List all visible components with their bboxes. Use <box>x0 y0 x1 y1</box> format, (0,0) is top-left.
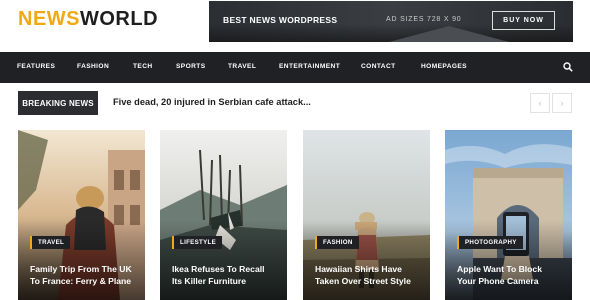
article-title-line1: Hawaiian Shirts Have <box>315 264 402 274</box>
search-icon[interactable] <box>563 62 573 72</box>
article-title-line2: Its Killer Furniture <box>172 276 247 286</box>
buy-now-button[interactable]: BUY NOW <box>492 11 555 30</box>
article-title[interactable]: Hawaiian Shirts Have Taken Over Street S… <box>315 263 427 287</box>
breaking-news-label: BREAKING NEWS <box>18 91 98 115</box>
article-title-line2: Taken Over Street Style <box>315 276 411 286</box>
article-card-photography[interactable]: PHOTOGRAPHY Apple Want To Block Your Pho… <box>445 130 572 300</box>
category-tag[interactable]: LIFESTYLE <box>172 236 223 249</box>
article-title-line1: Family Trip From The UK <box>30 264 132 274</box>
next-arrow-icon[interactable]: › <box>552 93 572 113</box>
article-title[interactable]: Family Trip From The UK To France: Ferry… <box>30 263 142 287</box>
article-title[interactable]: Ikea Refuses To Recall Its Killer Furnit… <box>172 263 284 287</box>
main-nav: FEATURES FASHION TECH SPORTS TRAVEL ENTE… <box>0 52 590 83</box>
image-overlay <box>160 220 287 300</box>
site-header: NEWSWORLD BEST NEWS WORDPRESS AD SIZES 7… <box>0 0 590 52</box>
article-title-line2: To France: Ferry & Plane <box>30 276 132 286</box>
logo-news: NEWS <box>18 8 80 30</box>
logo-world: WORLD <box>80 8 159 30</box>
category-tag[interactable]: FASHION <box>315 236 359 249</box>
article-title[interactable]: Apple Want To Block Your Phone Camera <box>457 263 569 287</box>
category-tag[interactable]: PHOTOGRAPHY <box>457 236 523 249</box>
category-tag[interactable]: TRAVEL <box>30 236 71 249</box>
article-card-lifestyle[interactable]: LIFESTYLE Ikea Refuses To Recall Its Kil… <box>160 130 287 300</box>
ad-banner[interactable]: BEST NEWS WORDPRESS AD SIZES 728 X 90 BU… <box>209 1 573 42</box>
image-overlay <box>445 220 572 300</box>
site-logo[interactable]: NEWSWORLD <box>18 8 158 31</box>
prev-arrow-icon[interactable]: ‹ <box>530 93 550 113</box>
nav-item-features[interactable]: FEATURES <box>17 63 55 70</box>
nav-item-contact[interactable]: CONTACT <box>361 63 396 70</box>
nav-item-homepages[interactable]: HOMEPAGES <box>421 63 467 70</box>
ad-title: BEST NEWS WORDPRESS <box>223 15 338 25</box>
nav-item-fashion[interactable]: FASHION <box>77 63 109 70</box>
article-title-line1: Ikea Refuses To Recall <box>172 264 265 274</box>
article-title-line2: Your Phone Camera <box>457 276 539 286</box>
article-title-line1: Apple Want To Block <box>457 264 542 274</box>
article-card-travel[interactable]: TRAVEL Family Trip From The UK To France… <box>18 130 145 300</box>
image-overlay <box>18 220 145 300</box>
image-overlay <box>303 220 430 300</box>
ad-background-shape <box>389 26 509 42</box>
article-card-fashion[interactable]: FASHION Hawaiian Shirts Have Taken Over … <box>303 130 430 300</box>
nav-item-sports[interactable]: SPORTS <box>176 63 206 70</box>
nav-item-tech[interactable]: TECH <box>133 63 153 70</box>
ad-sizes: AD SIZES 728 X 90 <box>386 16 462 23</box>
nav-item-entertainment[interactable]: ENTERTAINMENT <box>279 63 340 70</box>
breaking-news-headline[interactable]: Five dead, 20 injured in Serbian cafe at… <box>113 97 311 107</box>
nav-item-travel[interactable]: TRAVEL <box>228 63 256 70</box>
